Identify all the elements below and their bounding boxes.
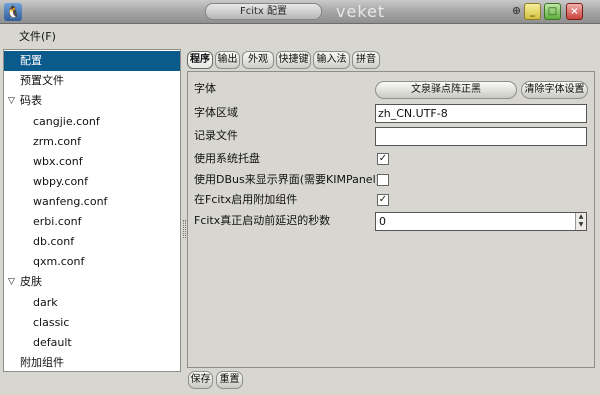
maximize-button[interactable]: □ (544, 3, 561, 20)
tree-item-zrm[interactable]: zrm.conf (4, 132, 180, 152)
tree-item-label: 配置 (20, 54, 42, 67)
tab-appearance[interactable]: 外观 (242, 51, 274, 69)
tree-item-addons[interactable]: 附加组件 (4, 353, 180, 371)
tab-output[interactable]: 输出 (215, 51, 240, 69)
tree-item-skins[interactable]: ▽ 皮肤 (4, 272, 180, 292)
spin-arrows: ▲ ▼ (575, 213, 586, 230)
tree-item-label: 附加组件 (20, 356, 64, 369)
tree-item-label: wbpy.conf (33, 175, 89, 188)
tree-item-dark[interactable]: dark (4, 293, 180, 313)
menu-file[interactable]: 文件(F) (19, 28, 56, 44)
config-tree[interactable]: 配置 预置文件 ▽ 码表 cangjie.conf zrm.conf wbx.c… (3, 49, 181, 372)
font-label: 字体 (194, 82, 216, 95)
window-menu-icon[interactable]: ⊕ (508, 3, 525, 20)
tree-item-db[interactable]: db.conf (4, 232, 180, 252)
tab-hotkeys[interactable]: 快捷键 (276, 51, 311, 69)
tree-item-tables[interactable]: ▽ 码表 (4, 91, 180, 111)
reset-button[interactable]: 重置 (216, 371, 243, 389)
tree-item-wanfeng[interactable]: wanfeng.conf (4, 192, 180, 212)
delay-label: Fcitx真正启动前延迟的秒数 (194, 214, 331, 227)
tab-pinyin[interactable]: 拼音 (352, 51, 380, 69)
tree-item-label: db.conf (33, 235, 75, 248)
font-button[interactable]: 文泉驿点阵正黑 (375, 81, 517, 99)
close-button[interactable]: × (566, 3, 583, 20)
tree-item-label: dark (33, 296, 58, 309)
delay-value: 0 (379, 215, 386, 228)
addon-label: 在Fcitx启用附加组件 (194, 193, 298, 206)
tree-item-label: cangjie.conf (33, 115, 100, 128)
tree-item-erbi[interactable]: erbi.conf (4, 212, 180, 232)
tree-item-label: default (33, 336, 72, 349)
spin-down-icon[interactable]: ▼ (576, 221, 586, 229)
minimize-button[interactable]: _ (524, 3, 541, 20)
menu-bar: 文件(F) (0, 24, 600, 46)
tree-item-wbx[interactable]: wbx.conf (4, 152, 180, 172)
tree-item-classic[interactable]: classic (4, 313, 180, 333)
settings-panel: 字体 文泉驿点阵正黑 清除字体设置 字体区域 zh_CN.UTF-8 记录文件 … (187, 71, 595, 368)
addon-checkbox[interactable]: ✓ (377, 194, 389, 206)
window-title: Fcitx 配置 (205, 3, 322, 20)
tree-item-config[interactable]: 配置 (4, 51, 180, 71)
tab-program[interactable]: 程序 (187, 51, 213, 69)
tree-item-label: wanfeng.conf (33, 195, 108, 208)
tree-item-label: qxm.conf (33, 255, 85, 268)
tray-checkbox[interactable]: ✓ (377, 153, 389, 165)
log-file-label: 记录文件 (194, 129, 238, 142)
log-file-input[interactable] (375, 127, 587, 146)
tree-item-label: 皮肤 (20, 275, 42, 288)
delay-spinbox[interactable]: 0 ▲ ▼ (375, 212, 587, 231)
expander-arrow-icon[interactable]: ▽ (8, 91, 15, 111)
penguin-icon: 🐧 (4, 3, 22, 21)
clear-font-button[interactable]: 清除字体设置 (521, 81, 588, 99)
dbus-label: 使用DBus来显示界面(需要KIMPanel) (194, 173, 380, 186)
tree-item-label: zrm.conf (33, 135, 81, 148)
pane-splitter-handle[interactable] (183, 220, 186, 238)
tree-item-label: erbi.conf (33, 215, 82, 228)
spin-up-icon[interactable]: ▲ (576, 213, 586, 221)
tree-item-preset-files[interactable]: 预置文件 (4, 71, 180, 91)
dbus-checkbox[interactable] (377, 174, 389, 186)
tree-item-default[interactable]: default (4, 333, 180, 353)
tree-item-label: wbx.conf (33, 155, 83, 168)
title-bar[interactable]: 🐧 Fcitx 配置 veket ⊕ _ □ × (0, 0, 600, 24)
tree-item-wbpy[interactable]: wbpy.conf (4, 172, 180, 192)
brand-watermark: veket (336, 2, 386, 21)
tree-item-label: 预置文件 (20, 74, 64, 87)
tree-item-cangjie[interactable]: cangjie.conf (4, 112, 180, 132)
locale-label: 字体区域 (194, 106, 238, 119)
locale-input[interactable]: zh_CN.UTF-8 (375, 104, 587, 123)
tree-item-label: 码表 (20, 94, 42, 107)
save-button[interactable]: 保存 (188, 371, 213, 389)
tab-input-methods[interactable]: 输入法 (313, 51, 350, 69)
expander-arrow-icon[interactable]: ▽ (8, 272, 15, 292)
tree-item-qxm[interactable]: qxm.conf (4, 252, 180, 272)
tree-item-label: classic (33, 316, 70, 329)
tray-label: 使用系统托盘 (194, 152, 260, 165)
